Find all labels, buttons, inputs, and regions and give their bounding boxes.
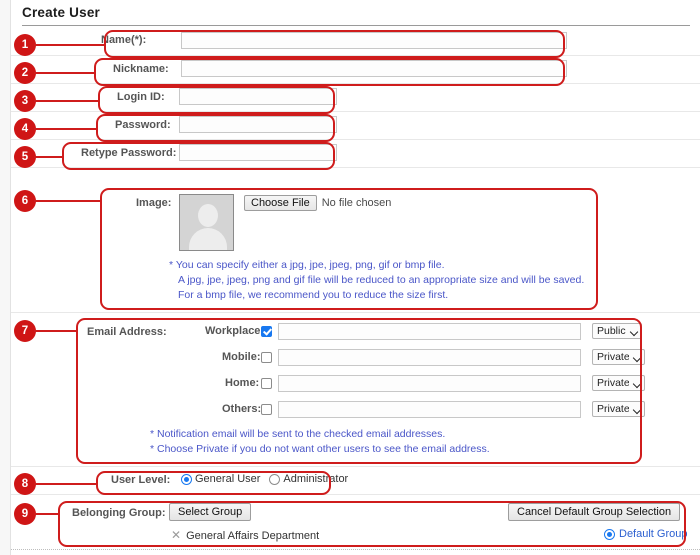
default-group-label: Default Group [619, 528, 688, 541]
belonging-group-label: Belonging Group: [72, 507, 166, 519]
annotation-badge-5: 5 [14, 146, 36, 168]
avatar-body-icon [188, 228, 227, 250]
annotation-connector-6 [34, 200, 102, 202]
email-mobile-label: Mobile: [222, 351, 261, 363]
default-group-radio[interactable] [604, 528, 615, 540]
row-image: Image: Choose File No file chosen * You c… [11, 168, 700, 313]
user-level-label-general-user: General User [195, 473, 261, 486]
email-home-checkbox[interactable] [261, 378, 272, 389]
password-label: Password: [115, 119, 171, 131]
password-input[interactable] [179, 116, 337, 133]
email-home-input[interactable] [278, 375, 581, 392]
annotation-connector-4 [34, 128, 98, 130]
email-mobile-checkbox[interactable] [261, 352, 272, 363]
annotation-connector-8 [34, 483, 98, 485]
create-user-page: Create User Name(*): Nickname: Login ID:… [0, 0, 700, 555]
email-note-1: * Notification email will be sent to the… [150, 428, 446, 440]
row-password: Password: [11, 112, 700, 140]
annotation-badge-4: 4 [14, 118, 36, 140]
login-id-label: Login ID: [117, 91, 165, 103]
name-colon: : [142, 34, 147, 46]
select-group-button[interactable]: Select Group [169, 503, 252, 521]
image-note-2: A jpg, jpe, jpeg, png and gif file will … [178, 274, 585, 286]
cancel-default-group-selection-button[interactable]: Cancel Default Group Selection [508, 503, 681, 521]
page-title: Create User [22, 5, 100, 20]
user-level-label-administrator: Administrator [283, 473, 349, 486]
nickname-input[interactable] [181, 60, 567, 77]
annotation-connector-9 [34, 513, 60, 515]
belonging-group-item: General Affairs Department [186, 530, 320, 542]
annotation-badge-1: 1 [14, 34, 36, 56]
retype-password-input[interactable] [179, 144, 337, 161]
avatar-head-icon [197, 204, 218, 227]
annotation-badge-6: 6 [14, 190, 36, 212]
email-mobile-visibility-select[interactable]: Private [592, 349, 645, 365]
annotation-badge-3: 3 [14, 90, 36, 112]
file-status-text: No file chosen [321, 197, 392, 209]
annotation-connector-3 [34, 100, 100, 102]
annotation-badge-2: 2 [14, 62, 36, 84]
email-others-label: Others: [222, 403, 262, 415]
annotation-badge-9: 9 [14, 503, 36, 525]
email-others-visibility-select[interactable]: Private [592, 401, 645, 417]
name-input[interactable] [181, 32, 567, 49]
email-home-visibility-select[interactable]: Private [592, 375, 645, 391]
row-name: Name(*): [11, 28, 700, 56]
header-divider [22, 25, 690, 26]
annotation-badge-7: 7 [14, 320, 36, 342]
choose-file-button[interactable]: Choose File [244, 195, 317, 211]
avatar-preview [179, 194, 234, 251]
row-login-id: Login ID: [11, 84, 700, 112]
annotation-connector-1 [34, 44, 106, 46]
page-header: Create User [22, 2, 690, 26]
row-belonging-group: Belonging Group: Select Group Cancel Def… [11, 495, 700, 550]
email-others-input[interactable] [278, 401, 581, 418]
bottom-dotted-divider [11, 549, 700, 550]
retype-password-label: Retype Password: [81, 147, 177, 159]
nickname-label: Nickname: [113, 63, 169, 75]
annotation-connector-5 [34, 156, 64, 158]
row-user-level: User Level: General User Administrator [11, 467, 700, 495]
annotation-connector-2 [34, 72, 96, 74]
row-nickname: Nickname: [11, 56, 700, 84]
user-level-radio-administrator[interactable] [269, 473, 281, 485]
email-workplace-visibility-select[interactable]: Public [592, 323, 642, 339]
user-level-radio-general-user[interactable] [181, 473, 192, 485]
image-note-3: For a bmp file, we recommend you to redu… [178, 289, 449, 301]
email-address-label: Email Address: [87, 326, 167, 338]
image-label: Image: [136, 197, 172, 209]
email-home-label: Home: [225, 377, 260, 389]
name-required-mark: (*) [130, 34, 143, 46]
email-workplace-input[interactable] [278, 323, 581, 340]
row-retype-password: Retype Password: [11, 140, 700, 168]
annotation-badge-8: 8 [14, 473, 36, 495]
email-note-2: * Choose Private if you do not want othe… [150, 443, 490, 455]
email-others-checkbox[interactable] [261, 404, 272, 415]
login-id-input[interactable] [179, 88, 337, 105]
email-mobile-input[interactable] [278, 349, 581, 366]
annotation-connector-7 [34, 330, 78, 332]
image-note-1: * You can specify either a jpg, jpe, jpe… [169, 259, 445, 271]
remove-group-icon[interactable]: ✕ [171, 528, 181, 542]
row-email-address: Email Address: Workplace: Public Mobile:… [11, 313, 700, 467]
email-workplace-label: Workplace: [205, 325, 265, 337]
email-workplace-checkbox[interactable] [261, 326, 272, 337]
user-level-label: User Level: [111, 474, 171, 486]
